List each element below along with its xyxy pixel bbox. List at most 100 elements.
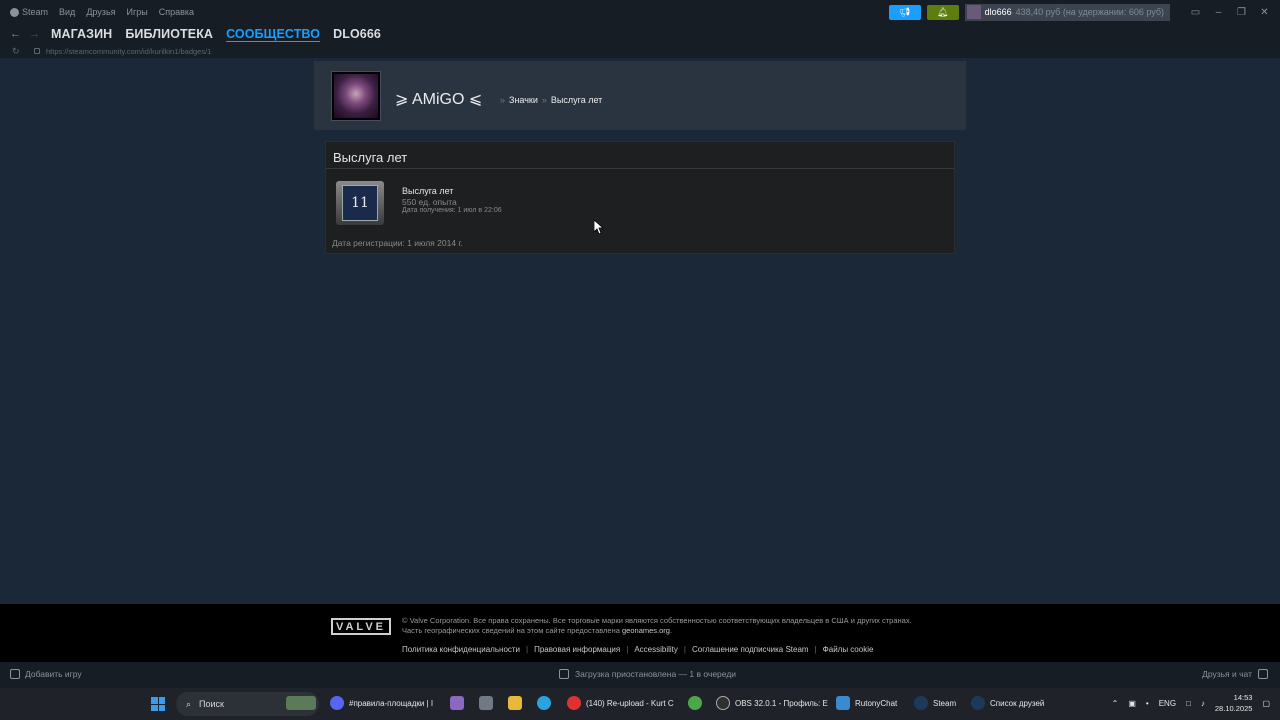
chevron-up-icon[interactable]: ⌃ [1112, 699, 1119, 708]
back-arrow-icon[interactable]: ← [10, 28, 21, 40]
app-icon [688, 696, 702, 710]
taskbar-app-green[interactable] [688, 696, 702, 710]
taskbar-app-settings[interactable] [479, 696, 493, 710]
taskbar-clock[interactable]: 14:53 28.10.2025 [1215, 692, 1253, 714]
downloads-status[interactable]: Загрузка приостановлена — 1 в очереди [559, 669, 736, 679]
add-game-label: Добавить игру [25, 669, 82, 679]
footer-link-ssa[interactable]: Соглашение подписчика Steam [692, 645, 809, 654]
notifications-button[interactable]: 🔔︎ [926, 4, 959, 20]
navigation-bar: ← → МАГАЗИН БИБЛИОТЕКА СООБЩЕСТВО DLO666 [0, 24, 1280, 44]
tab-community[interactable]: СООБЩЕСТВО [226, 27, 320, 41]
breadcrumb-separator: » [500, 95, 506, 105]
taskbar-app-label: #правила-площадки | I [349, 698, 434, 708]
profile-avatar[interactable] [331, 71, 381, 121]
geonames-link[interactable]: geonames.org [622, 626, 670, 635]
taskbar-app-telegram[interactable] [537, 696, 551, 710]
notification-icon[interactable]: ▢ [1262, 699, 1270, 708]
menu-bar: Steam Вид Друзья Игры Справка [0, 7, 194, 18]
tab-library[interactable]: БИБЛИОТЕКА [125, 27, 213, 41]
footer-link-accessibility[interactable]: Accessibility [634, 645, 678, 654]
windows-start-icon[interactable] [151, 697, 165, 711]
taskbar-app-label: OBS 32.0.1 - Профиль: E [735, 698, 828, 708]
reload-icon[interactable]: ↻ [0, 46, 34, 57]
legal-line-2-end: . [669, 626, 673, 635]
footer-link-separator: | [626, 645, 629, 654]
taskbar-app-discord[interactable]: #правила-площадки | I [330, 696, 433, 710]
badge-icon-number: 11 [342, 185, 378, 221]
divider [326, 168, 954, 169]
badge-name: Выслуга лет [402, 186, 454, 196]
footer-link-separator: | [526, 645, 529, 654]
friends-chat-button[interactable]: Друзья и чат [1202, 669, 1268, 679]
tab-store[interactable]: МАГАЗИН [51, 27, 112, 41]
minimize-icon[interactable]: – [1207, 7, 1230, 18]
footer-link-privacy[interactable]: Политика конфиденциальности [402, 645, 520, 654]
menu-item-view[interactable]: Вид [59, 7, 75, 17]
close-icon[interactable]: ✕ [1253, 7, 1276, 18]
page-url[interactable]: https://steamcommunity.com/id/kurilkin1/… [46, 47, 211, 56]
legal-line-1: © Valve Corporation. Все права сохранены… [402, 616, 912, 625]
footer-link-legal[interactable]: Правовая информация [534, 645, 620, 654]
wallet-balance: 438,40 руб (на удержании: 606 руб) [1015, 7, 1164, 17]
taskbar-app-explorer[interactable] [508, 696, 522, 710]
footer-links: Политика конфиденциальности | Правовая и… [402, 645, 873, 654]
menu-item-friends[interactable]: Друзья [86, 7, 115, 17]
menu-item-help[interactable]: Справка [159, 7, 194, 17]
tray-app-icon[interactable]: ▣ [1128, 699, 1136, 708]
taskbar-app-label: RutonyChat [855, 698, 898, 708]
friends-chat-label: Друзья и чат [1202, 669, 1252, 679]
tab-profile[interactable]: DLO666 [333, 27, 381, 41]
profile-header: ⩾ AMiGO ⩽ » Значки » Выслуга лет [314, 61, 966, 130]
language-indicator[interactable]: ENG [1159, 699, 1176, 708]
taskbar-app-obs[interactable]: OBS 32.0.1 - Профиль: E [716, 696, 828, 710]
status-bar: Добавить игру Загрузка приостановлена — … [0, 662, 1280, 688]
big-picture-icon[interactable]: ▭ [1184, 7, 1207, 18]
network-icon[interactable]: □ [1186, 699, 1191, 708]
account-menu[interactable]: dlo666 438,40 руб (на удержании: 606 руб… [964, 3, 1170, 21]
account-avatar [966, 5, 981, 19]
account-name: dlo666 [984, 7, 1012, 17]
footer-link-separator: | [814, 645, 817, 654]
bell-icon: 🔔︎ [936, 6, 949, 17]
folder-icon [508, 696, 522, 710]
breadcrumb-separator: » [541, 95, 547, 105]
taskbar-app-friends[interactable]: Список друзей [971, 696, 1044, 710]
chat-window-icon [836, 696, 850, 710]
forward-arrow-icon[interactable]: → [29, 28, 40, 40]
plus-icon [10, 669, 20, 679]
widgets-icon [286, 696, 316, 710]
badge-panel-title: Выслуга лет [333, 150, 408, 165]
announcements-button[interactable]: 📢︎ [888, 4, 921, 20]
url-bar: ↻ https://steamcommunity.com/id/kurilkin… [0, 44, 1280, 58]
taskbar-widgets[interactable] [286, 696, 316, 710]
legal-line-2: Часть географических сведений на этом са… [402, 626, 912, 636]
microphone-icon[interactable]: • [1146, 699, 1149, 708]
megaphone-icon: 📢︎ [898, 6, 911, 17]
valve-logo[interactable]: VALVE [331, 618, 391, 635]
taskbar-app-label: Список друзей [990, 698, 1045, 708]
profile-name[interactable]: ⩾ AMiGO ⩽ [395, 89, 482, 109]
footer-link-separator: | [683, 645, 686, 654]
taskbar-app-pen[interactable] [450, 696, 464, 710]
menu-item-steam[interactable]: Steam [10, 7, 48, 18]
breadcrumb: » Значки » Выслуга лет [500, 95, 602, 105]
telegram-icon [537, 696, 551, 710]
taskbar-search-label: Поиск [199, 699, 224, 709]
badge-xp: 550 ед. опыта [402, 197, 457, 207]
titlebar-controls: 📢︎ 🔔︎ dlo666 438,40 руб (на удержании: 6… [888, 0, 1280, 24]
menu-item-games[interactable]: Игры [127, 7, 148, 17]
taskbar-app-rutony[interactable]: RutonyChat [836, 696, 897, 710]
footer-link-cookies[interactable]: Файлы cookie [823, 645, 874, 654]
steam-icon [914, 696, 928, 710]
taskbar-app-browser[interactable]: (140) Re-upload - Kurt C [567, 696, 674, 710]
taskbar-app-steam[interactable]: Steam [914, 696, 956, 710]
breadcrumb-badges[interactable]: Значки [509, 95, 538, 105]
volume-icon[interactable]: ♪ [1201, 699, 1205, 708]
search-icon: ⌕ [186, 698, 192, 709]
add-game-button[interactable]: Добавить игру [10, 669, 82, 679]
maximize-icon[interactable]: ❐ [1230, 7, 1253, 18]
windows-taskbar: ⌕ Поиск #правила-площадки | I (140) Re-u… [0, 688, 1280, 720]
steam-logo-icon [10, 8, 19, 18]
years-of-service-badge-icon: 11 [336, 181, 384, 225]
steam-friends-icon [971, 696, 985, 710]
